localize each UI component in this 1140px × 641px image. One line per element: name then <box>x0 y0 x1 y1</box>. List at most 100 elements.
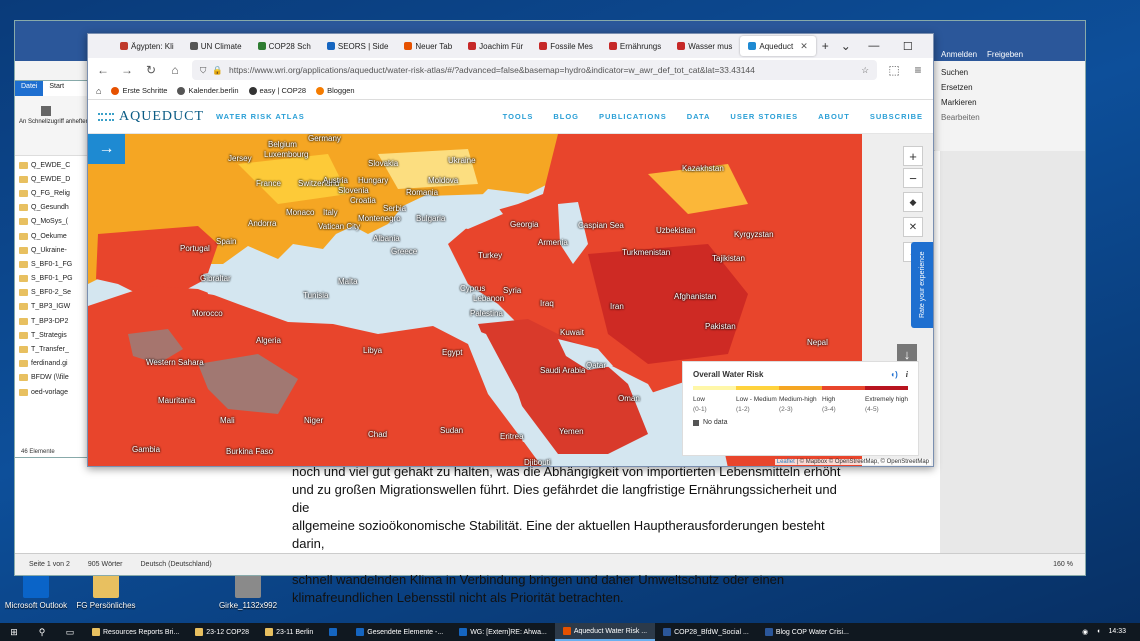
maximize-button[interactable]: ☐ <box>891 40 925 53</box>
browser-tab[interactable]: Ernährungs <box>601 34 669 58</box>
close-tab-icon[interactable]: ✕ <box>800 41 808 52</box>
taskbar-item[interactable]: Aqueduct Water Risk ... <box>554 623 656 641</box>
map-country-label[interactable]: Afghanistan <box>674 292 716 301</box>
page-count[interactable]: Seite 1 von 2 <box>29 561 70 568</box>
map-country-label[interactable]: Greece <box>391 247 417 256</box>
taskbar-item[interactable]: 23-11 Berlin <box>257 623 321 641</box>
taskbar-item[interactable]: COP28_BfdW_Social ... <box>655 623 757 641</box>
map-country-label[interactable]: Portugal <box>180 244 210 253</box>
menu-icon[interactable]: ≡ <box>911 63 925 77</box>
new-tab-button[interactable]: + <box>816 39 835 53</box>
tab-aqueduct-active[interactable]: Aqueduct ✕ <box>740 36 816 56</box>
browser-tab[interactable]: Wasser mus <box>669 34 740 58</box>
tab-datei[interactable]: Datei <box>15 81 44 96</box>
map-country-label[interactable]: Malta <box>338 277 358 286</box>
url-bar[interactable]: ⛉ 🔒 https://www.wri.org/applications/aqu… <box>192 60 877 80</box>
nav-blog[interactable]: BLOG <box>553 112 579 121</box>
tab-start[interactable]: Start <box>43 81 70 96</box>
browser-tab[interactable]: Ägypten: Kli <box>112 34 182 58</box>
map-country-label[interactable]: Moldova <box>428 176 458 185</box>
desktop-icon-girke[interactable]: Girke_1132x992 <box>212 572 284 610</box>
explorer-list-item[interactable]: T_Transfer_ <box>19 342 89 356</box>
desktop-icon-fg-persoenliches[interactable]: FG Persönliches <box>70 572 142 610</box>
explorer-list-item[interactable]: Q_EWDE_D <box>19 172 89 186</box>
map-country-label[interactable]: Gambia <box>132 445 160 454</box>
map-country-label[interactable]: Jersey <box>228 154 252 163</box>
map-country-label[interactable]: Lebanon <box>473 294 504 303</box>
map-country-label[interactable]: Andorra <box>248 219 276 228</box>
shield-icon[interactable]: ⛉ <box>200 65 206 76</box>
search-button[interactable]: Suchen <box>941 65 1079 80</box>
map-country-label[interactable]: Mali <box>220 416 235 425</box>
zoom-level[interactable]: 160 % <box>1053 561 1085 568</box>
map-country-label[interactable]: Germany <box>308 134 341 143</box>
browser-tab[interactable]: Neuer Tab <box>396 34 460 58</box>
nav-user-stories[interactable]: USER STORIES <box>730 112 798 121</box>
taskbar-item[interactable]: Blog COP Water Crisi... <box>757 623 857 641</box>
task-view-icon[interactable]: ▭ <box>56 627 84 638</box>
map-country-label[interactable]: Morocco <box>192 309 223 318</box>
leaflet-link[interactable]: Leaflet <box>777 459 795 465</box>
map-country-label[interactable]: Italy <box>323 208 338 217</box>
map-country-label[interactable]: Palestina <box>470 309 503 318</box>
lock-icon[interactable]: 🔒 <box>212 65 223 76</box>
volume-icon[interactable]: ◖ <box>1096 628 1100 636</box>
signin-link[interactable]: Anmelden <box>941 50 977 59</box>
map-country-label[interactable]: Mauritania <box>158 396 195 405</box>
taskbar-item[interactable] <box>321 623 348 641</box>
map-country-label[interactable]: Belgium <box>268 140 297 149</box>
explorer-list-item[interactable]: Q_Ukraine- <box>19 243 89 257</box>
document-body[interactable]: noch und viel gut gehakt zu halten, was … <box>292 463 852 607</box>
map-country-label[interactable]: Kazakhstan <box>682 164 724 173</box>
map-country-label[interactable]: Vatican City <box>318 222 360 231</box>
bookmark-item[interactable]: easy | COP28 <box>248 86 306 95</box>
explorer-list-item[interactable]: T_BP3_IGW <box>19 300 89 314</box>
aqueduct-logo[interactable]: AQUEDUCT <box>98 109 204 125</box>
bookmark-star-icon[interactable]: ☆ <box>861 65 869 76</box>
map-country-label[interactable]: Luxembourg <box>264 150 308 159</box>
info-icon[interactable]: i <box>906 370 908 379</box>
map-country-label[interactable]: Serbia <box>383 204 406 213</box>
map-country-label[interactable]: Romania <box>406 188 438 197</box>
explorer-list-item[interactable]: Q_FG_Relig <box>19 186 89 200</box>
map-country-label[interactable]: Algeria <box>256 336 281 345</box>
back-button[interactable]: ← <box>96 63 110 77</box>
bookmark-folder-icon[interactable]: ⌂ <box>96 86 101 96</box>
explorer-list-item[interactable]: T_BP3-DP2 <box>19 314 89 328</box>
map-country-label[interactable]: Caspian Sea <box>578 221 624 230</box>
map-country-label[interactable]: Slovenia <box>338 186 369 195</box>
map-country-label[interactable]: Nepal <box>807 338 828 347</box>
nav-data[interactable]: DATA <box>687 112 711 121</box>
bookmark-item[interactable]: Kalender.berlin <box>177 86 239 95</box>
map-country-label[interactable]: Tajikistan <box>712 254 745 263</box>
map-country-label[interactable]: Ukraine <box>448 156 476 165</box>
map-country-label[interactable]: Chad <box>368 430 387 439</box>
map-country-label[interactable]: Kyrgyzstan <box>734 230 774 239</box>
map-country-label[interactable]: Syria <box>503 286 521 295</box>
map-country-label[interactable]: Kuwait <box>560 328 584 337</box>
search-icon[interactable]: ⚲ <box>28 627 56 638</box>
explorer-list-item[interactable]: oed-vorlage <box>19 385 89 399</box>
desktop-icon-outlook[interactable]: Microsoft Outlook <box>0 572 72 610</box>
audio-icon[interactable]: ◖) <box>890 370 898 379</box>
document-line[interactable]: und zu großen Migrationswellen führt. Di… <box>292 481 852 517</box>
taskbar-item[interactable]: Gesendete Elemente -... <box>348 623 451 641</box>
reload-button[interactable]: ↻ <box>144 63 158 77</box>
clock[interactable]: 14:33 <box>1108 628 1126 636</box>
browser-tab[interactable]: COP28 Sch <box>250 34 319 58</box>
select-button[interactable]: Markieren <box>941 95 1079 110</box>
map-country-label[interactable]: Qatar <box>586 361 606 370</box>
home-button[interactable]: ⌂ <box>168 63 182 77</box>
explorer-list-item[interactable]: BFDW (\\file <box>19 371 89 385</box>
map-country-label[interactable]: Oman <box>618 394 640 403</box>
map-country-label[interactable]: Sudan <box>440 426 463 435</box>
nav-about[interactable]: ABOUT <box>818 112 850 121</box>
layers-icon[interactable]: ◆ <box>903 192 923 212</box>
close-window-button[interactable]: ✕ <box>925 40 933 53</box>
tab-list-button[interactable]: ⌄ <box>835 39 857 53</box>
browser-tab[interactable]: SEORS | Side <box>319 34 397 58</box>
map-country-label[interactable]: Croatia <box>350 196 376 205</box>
map-country-label[interactable]: Cyprus <box>460 284 485 293</box>
map-country-label[interactable]: Gibraltar <box>200 274 231 283</box>
network-icon[interactable]: ◉ <box>1082 628 1088 636</box>
